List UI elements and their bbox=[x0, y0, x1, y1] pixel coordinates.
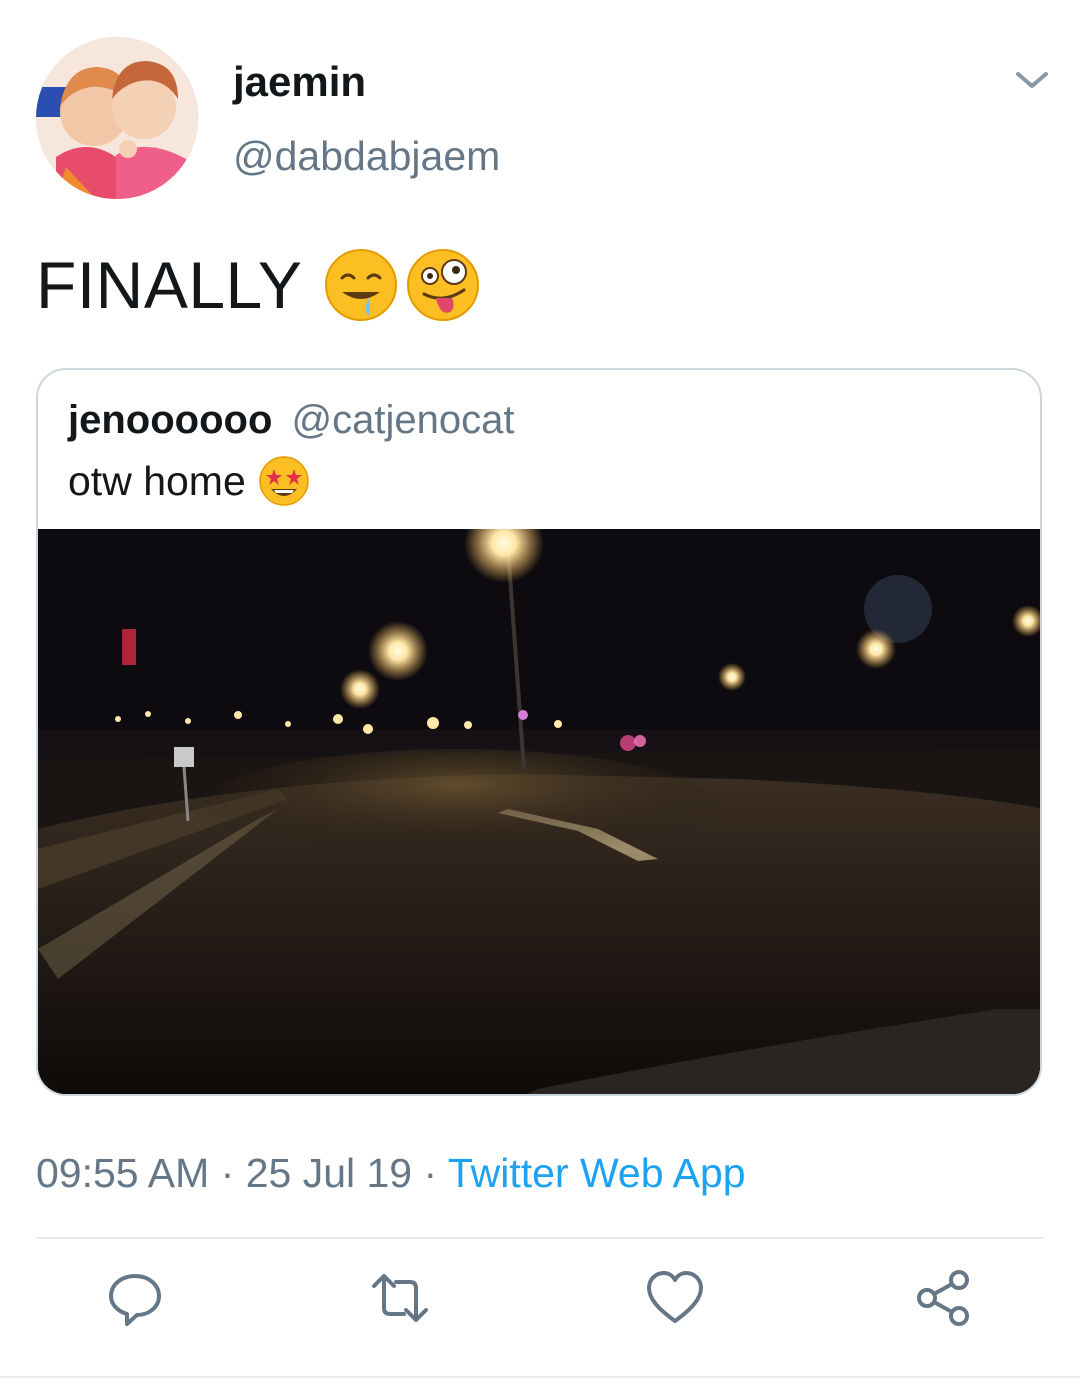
divider bbox=[36, 1237, 1044, 1239]
meta-separator: · bbox=[423, 1150, 438, 1196]
quoted-tweet-card[interactable]: jenoooooo @catjenocat otw home bbox=[36, 368, 1042, 1096]
tweet-time[interactable]: 09:55 AM bbox=[36, 1150, 209, 1196]
avatar-photo bbox=[36, 37, 198, 199]
author-handle[interactable]: @dabdabjaem bbox=[233, 133, 500, 180]
tweet-metadata: 09:55 AM · 25 Jul 19 · Twitter Web App bbox=[36, 1150, 746, 1197]
quoted-author-handle: @catjenocat bbox=[291, 398, 515, 442]
quoted-tweet-header: jenoooooo @catjenocat bbox=[68, 398, 514, 443]
night-road-photo[interactable] bbox=[38, 529, 1040, 1094]
author-display-name[interactable]: jaemin bbox=[233, 58, 366, 106]
zany-face-emoji bbox=[406, 248, 480, 322]
bottom-divider bbox=[0, 1376, 1080, 1378]
quoted-tweet-text-container: otw home bbox=[68, 455, 310, 507]
author-avatar[interactable] bbox=[36, 37, 198, 199]
tweet-source-link[interactable]: Twitter Web App bbox=[448, 1150, 746, 1196]
reply-icon[interactable] bbox=[105, 1268, 165, 1328]
tweet-text: FINALLY bbox=[36, 248, 303, 322]
share-icon[interactable] bbox=[913, 1268, 973, 1328]
retweet-icon[interactable] bbox=[370, 1268, 430, 1328]
star-struck-emoji bbox=[258, 455, 310, 507]
quoted-tweet-text: otw home bbox=[68, 457, 246, 504]
tweet-date[interactable]: 25 Jul 19 bbox=[246, 1150, 412, 1196]
meta-separator: · bbox=[220, 1150, 235, 1196]
tweet-text-container: FINALLY bbox=[36, 247, 480, 323]
chevron-down-icon[interactable] bbox=[1012, 66, 1052, 94]
like-icon[interactable] bbox=[645, 1268, 705, 1328]
drooling-face-emoji bbox=[324, 248, 398, 322]
tweet-action-bar bbox=[0, 1268, 1080, 1332]
quoted-author-display-name: jenoooooo bbox=[68, 398, 273, 442]
